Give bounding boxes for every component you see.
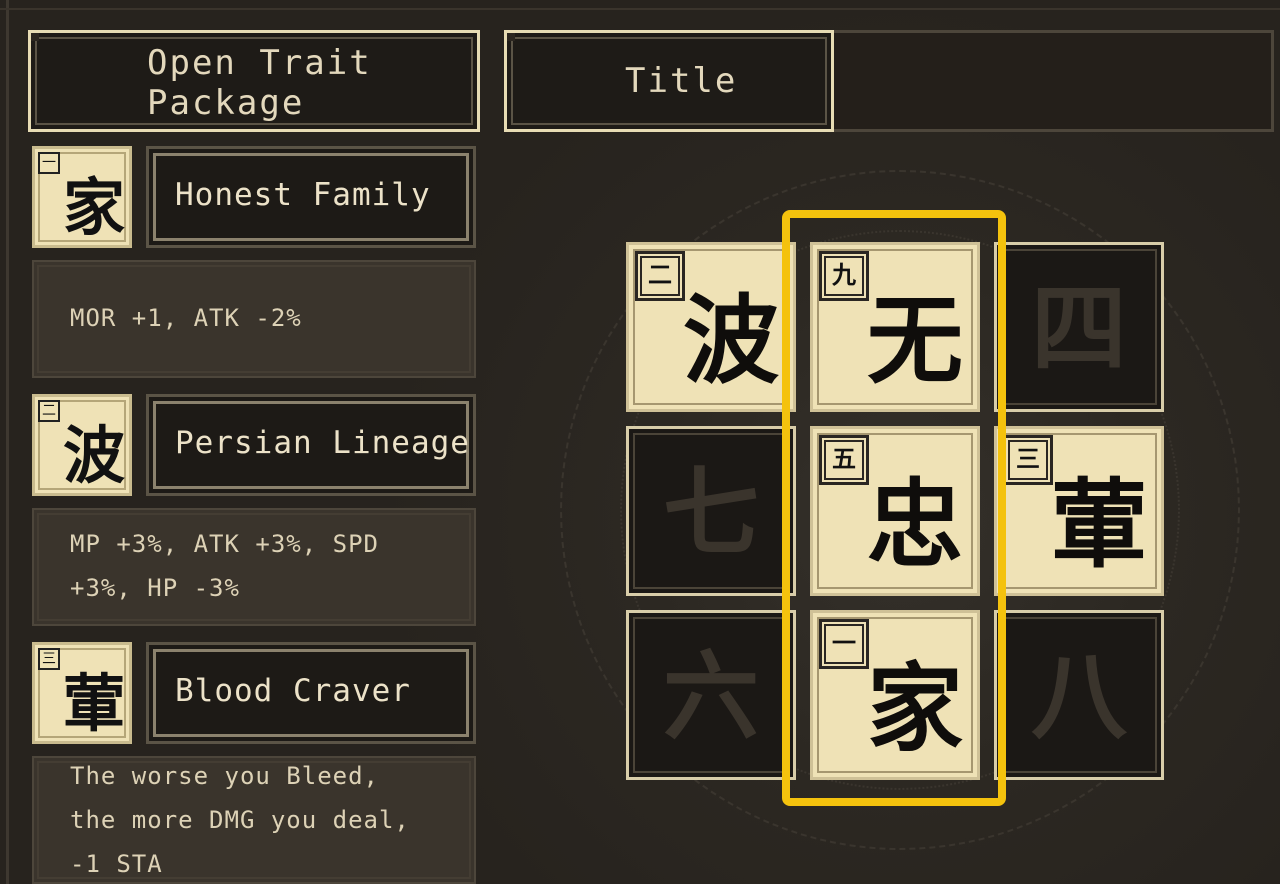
title-field xyxy=(834,30,1274,132)
trait-slot-empty[interactable]: 四 xyxy=(994,242,1164,412)
trait-index-icon: 一 xyxy=(38,152,60,174)
trait-glyph-icon: 波 xyxy=(62,419,125,492)
trait-badge-blood-craver[interactable]: 三 葷 xyxy=(32,642,132,744)
trait-index-icon: 二 xyxy=(38,400,60,422)
top-border xyxy=(0,8,1280,10)
trait-desc-blood-craver: The worse you Bleed, the more DMG you de… xyxy=(32,756,476,884)
slot-number-icon: 三 xyxy=(1003,435,1053,485)
trait-desc-text: MOR +1, ATK -2% xyxy=(70,304,302,332)
trait-badge-persian-lineage[interactable]: 二 波 xyxy=(32,394,132,496)
trait-name-label: Honest Family xyxy=(175,177,431,213)
left-border xyxy=(6,0,9,884)
trait-badge-honest-family[interactable]: 一 家 xyxy=(32,146,132,248)
open-trait-label-line1: Open Trait xyxy=(147,43,372,83)
slot-glyph-icon: 四 xyxy=(1031,272,1127,385)
trait-slot-empty[interactable]: 六 xyxy=(626,610,796,780)
open-trait-label-line2: Package xyxy=(147,83,305,123)
trait-glyph-icon: 葷 xyxy=(62,667,125,740)
slot-glyph-icon: 波 xyxy=(683,284,779,397)
open-trait-package-button[interactable]: Open Trait Package xyxy=(28,30,480,132)
trait-index-icon: 三 xyxy=(38,648,60,670)
trait-name-persian-lineage[interactable]: Persian Lineage xyxy=(146,394,476,496)
trait-desc-honest-family: MOR +1, ATK -2% xyxy=(32,260,476,378)
slot-number-icon: 二 xyxy=(635,251,685,301)
slot-glyph-icon: 八 xyxy=(1031,640,1127,753)
title-button[interactable]: Title xyxy=(504,30,834,132)
trait-name-blood-craver[interactable]: Blood Craver xyxy=(146,642,476,744)
trait-slot-filled[interactable]: 波二 xyxy=(626,242,796,412)
trait-desc-text: The worse you Bleed, the more DMG you de… xyxy=(70,762,410,878)
slot-glyph-icon: 六 xyxy=(663,640,759,753)
slot-glyph-icon: 七 xyxy=(663,456,759,569)
trait-glyph-icon: 家 xyxy=(62,171,125,244)
trait-slot-empty[interactable]: 七 xyxy=(626,426,796,596)
trait-name-label: Blood Craver xyxy=(175,673,411,709)
slot-glyph-icon: 葷 xyxy=(1051,468,1147,581)
trait-slot-filled[interactable]: 葷三 xyxy=(994,426,1164,596)
trait-name-label: Persian Lineage xyxy=(175,425,470,461)
title-label: Title xyxy=(625,61,738,101)
selection-highlight xyxy=(782,210,1006,806)
trait-desc-text: MP +3%, ATK +3%, SPD +3%, HP -3% xyxy=(70,530,379,602)
trait-screen: Open Trait Package Title 一 家 Honest Fami… xyxy=(0,0,1280,884)
trait-desc-persian-lineage: MP +3%, ATK +3%, SPD +3%, HP -3% xyxy=(32,508,476,626)
trait-slot-empty[interactable]: 八 xyxy=(994,610,1164,780)
trait-name-honest-family[interactable]: Honest Family xyxy=(146,146,476,248)
